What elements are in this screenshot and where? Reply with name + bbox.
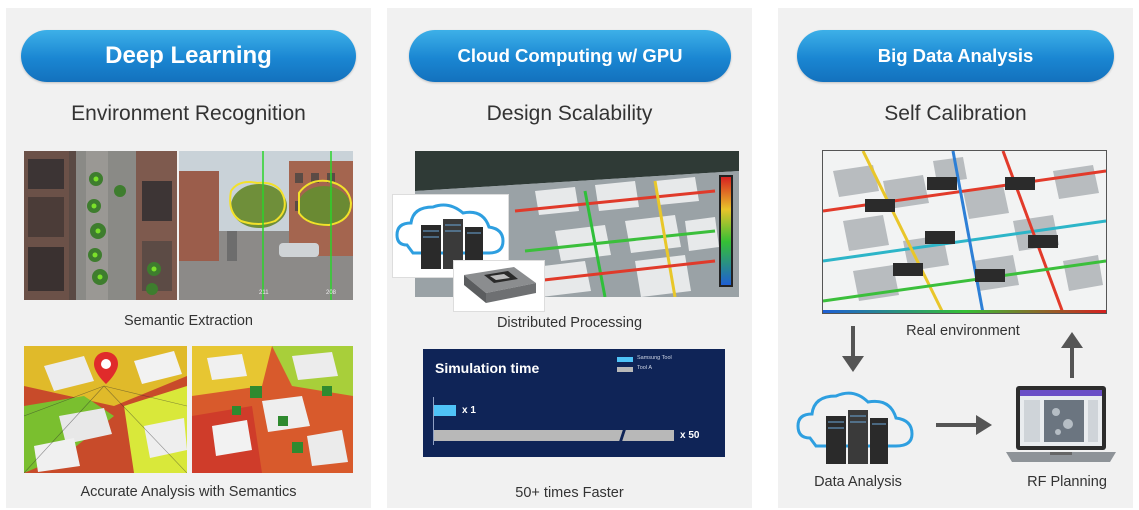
gpu-chip-icon xyxy=(453,260,545,312)
distributed-processing-caption: Distributed Processing xyxy=(496,315,643,331)
bar-tool-a-label: x 50 xyxy=(680,430,700,441)
deep-learning-pill[interactable]: Deep Learning xyxy=(21,30,356,82)
legend-label-tool-a: Tool A xyxy=(637,365,652,371)
fifty-times-faster-caption: 50+ times Faster xyxy=(515,485,624,501)
street-view-image: 211 208 xyxy=(179,151,353,300)
street-label-208: 208 xyxy=(326,290,337,296)
arrow-right-icon xyxy=(936,414,994,436)
self-calibration-title: Self Calibration xyxy=(884,102,1027,125)
cloud-computing-panel: Cloud Computing w/ GPU Design Scalabilit… xyxy=(387,8,752,508)
design-scalability-title: Design Scalability xyxy=(486,102,653,125)
arrow-down-icon xyxy=(840,326,866,374)
accurate-analysis-caption: Accurate Analysis with Semantics xyxy=(80,484,297,500)
data-analysis-cloud-icon xyxy=(796,388,916,468)
color-scale-bar xyxy=(721,177,731,285)
simulation-time-chart: Simulation time Samsung Tool Tool A x 1 … xyxy=(423,349,725,457)
bar-samsung-tool xyxy=(434,405,456,416)
street-label-211: 211 xyxy=(259,290,269,296)
legend-label-samsung: Samsung Tool xyxy=(637,355,672,361)
legend-swatch-samsung xyxy=(617,357,633,362)
arrow-up-icon xyxy=(1059,330,1085,378)
data-analysis-label: Data Analysis xyxy=(814,474,902,490)
real-environment-image xyxy=(822,150,1107,314)
cloud-computing-pill[interactable]: Cloud Computing w/ GPU xyxy=(409,30,731,82)
big-data-analysis-pill[interactable]: Big Data Analysis xyxy=(797,30,1114,82)
rf-planning-label: RF Planning xyxy=(1027,474,1107,490)
legend-swatch-tool-a xyxy=(617,367,633,372)
bar-samsung-label: x 1 xyxy=(462,405,476,416)
coverage-heatmap-right xyxy=(192,346,353,473)
laptop-icon[interactable] xyxy=(1006,384,1116,468)
location-pin-icon xyxy=(94,352,118,384)
coverage-heatmap-left xyxy=(24,346,187,473)
semantic-extraction-caption: Semantic Extraction xyxy=(124,313,253,329)
deep-learning-panel: Deep Learning Environment Recognition 21… xyxy=(6,8,371,508)
bar-tool-a xyxy=(434,430,674,441)
environment-recognition-title: Environment Recognition xyxy=(71,102,306,125)
big-data-analysis-panel: Big Data Analysis Self Calibration Real … xyxy=(778,8,1133,508)
aerial-map-image xyxy=(24,151,177,300)
simulation-time-title: Simulation time xyxy=(435,360,540,376)
